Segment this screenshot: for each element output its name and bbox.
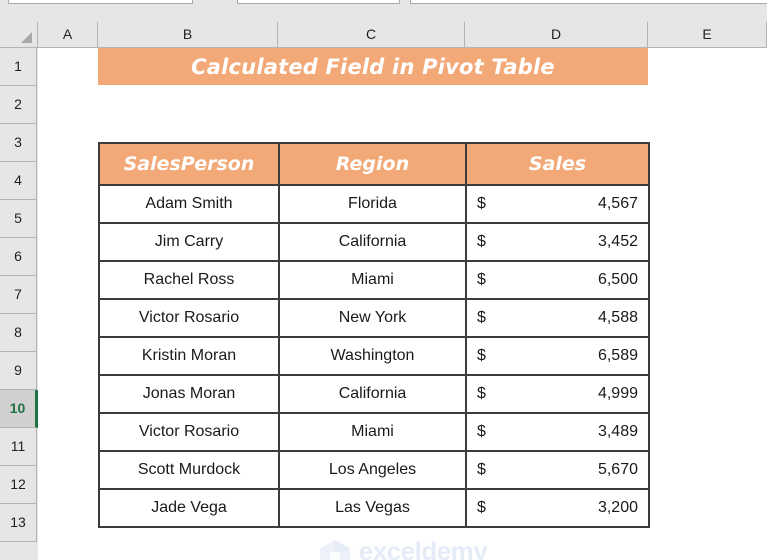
table-row: Victor Rosario Miami $3,489 xyxy=(98,412,650,452)
row-header-5[interactable]: 5 xyxy=(0,200,37,238)
column-header-b[interactable]: B xyxy=(98,22,278,47)
currency-symbol: $ xyxy=(477,195,486,212)
column-header-d[interactable]: D xyxy=(465,22,648,47)
table-row: Victor Rosario New York $4,588 xyxy=(98,298,650,338)
column-header-e[interactable]: E xyxy=(648,22,767,47)
row-header-10[interactable]: 10 xyxy=(0,390,38,428)
cell-region[interactable]: California xyxy=(278,374,467,414)
title-banner-cell[interactable]: Calculated Field in Pivot Table xyxy=(98,48,648,85)
currency-symbol: $ xyxy=(477,233,486,250)
cell-sales[interactable]: $3,489 xyxy=(465,412,650,452)
table-row: Jim Carry California $3,452 xyxy=(98,222,650,262)
column-header-c[interactable]: C xyxy=(278,22,465,47)
row-header-2[interactable]: 2 xyxy=(0,86,37,124)
row-header-1[interactable]: 1 xyxy=(0,48,37,86)
cell-region[interactable]: Miami xyxy=(278,260,467,300)
cell-sales[interactable]: $4,999 xyxy=(465,374,650,414)
cell-region[interactable]: California xyxy=(278,222,467,262)
row-header-3[interactable]: 3 xyxy=(0,124,37,162)
formula-bar[interactable] xyxy=(237,0,400,4)
sales-amount: 5,670 xyxy=(597,461,638,478)
table-body: Adam Smith Florida $4,567 Jim Carry Californ… xyxy=(98,184,650,528)
row-header-column: 1 2 3 4 5 6 7 8 9 10 11 12 13 xyxy=(0,48,38,560)
watermark-name: exceldemy xyxy=(358,535,488,560)
column-header-a[interactable]: A xyxy=(38,22,98,47)
column-header-region[interactable]: Region xyxy=(278,142,467,186)
row-header-7[interactable]: 7 xyxy=(0,276,37,314)
cell-region[interactable]: New York xyxy=(278,298,467,338)
currency-symbol: $ xyxy=(477,309,486,326)
cell-sales[interactable]: $6,589 xyxy=(465,336,650,376)
row-header-13[interactable]: 13 xyxy=(0,504,37,542)
toolbar-strip xyxy=(0,0,767,22)
cell-salesperson[interactable]: Jonas Moran xyxy=(98,374,280,414)
cell-sales[interactable]: $4,567 xyxy=(465,184,650,224)
sales-amount: 4,567 xyxy=(597,195,638,212)
page-title: Calculated Field in Pivot Table xyxy=(191,54,555,79)
cell-salesperson[interactable]: Victor Rosario xyxy=(98,412,280,452)
watermark: exceldemy EXCEL · DATA · BI xyxy=(38,530,767,560)
row-header-11[interactable]: 11 xyxy=(0,428,37,466)
table-header-row: SalesPerson Region Sales xyxy=(98,142,650,186)
sales-amount: 3,200 xyxy=(597,499,638,516)
sales-amount: 3,452 xyxy=(597,233,638,250)
sales-amount: 4,588 xyxy=(597,309,638,326)
row-header-8[interactable]: 8 xyxy=(0,314,37,352)
cell-sales[interactable]: $4,588 xyxy=(465,298,650,338)
column-header-sales[interactable]: Sales xyxy=(465,142,650,186)
cell-region[interactable]: Washington xyxy=(278,336,467,376)
cell-region[interactable]: Las Vegas xyxy=(278,488,467,528)
cell-salesperson[interactable]: Scott Murdock xyxy=(98,450,280,490)
cell-salesperson[interactable]: Jade Vega xyxy=(98,488,280,528)
column-header-salesperson[interactable]: SalesPerson xyxy=(98,142,280,186)
cell-salesperson[interactable]: Kristin Moran xyxy=(98,336,280,376)
row-header-4[interactable]: 4 xyxy=(0,162,37,200)
column-header-row: ABCDE xyxy=(0,22,767,48)
currency-symbol: $ xyxy=(477,499,486,516)
sales-data-table: SalesPerson Region Sales Adam Smith Flori… xyxy=(98,142,650,528)
cell-sales[interactable]: $3,452 xyxy=(465,222,650,262)
select-all-corner[interactable] xyxy=(0,22,38,47)
sales-amount: 3,489 xyxy=(597,423,638,440)
spreadsheet-grid: ABCDE 1 2 3 4 5 6 7 8 9 10 11 12 13 Calculated Field… xyxy=(0,22,767,560)
row-header-12[interactable]: 12 xyxy=(0,466,37,504)
cell-salesperson[interactable]: Adam Smith xyxy=(98,184,280,224)
cell-sales[interactable]: $3,200 xyxy=(465,488,650,528)
cell-region[interactable]: Los Angeles xyxy=(278,450,467,490)
row-header-9[interactable]: 9 xyxy=(0,352,37,390)
currency-symbol: $ xyxy=(477,385,486,402)
ribbon-field[interactable] xyxy=(410,0,767,4)
sales-amount: 6,589 xyxy=(597,347,638,364)
currency-symbol: $ xyxy=(477,423,486,440)
currency-symbol: $ xyxy=(477,347,486,364)
row-header-6[interactable]: 6 xyxy=(0,238,37,276)
table-row: Jade Vega Las Vegas $3,200 xyxy=(98,488,650,528)
table-row: Kristin Moran Washington $6,589 xyxy=(98,336,650,376)
cell-salesperson[interactable]: Rachel Ross xyxy=(98,260,280,300)
cell-salesperson[interactable]: Jim Carry xyxy=(98,222,280,262)
currency-symbol: $ xyxy=(477,271,486,288)
cell-region[interactable]: Miami xyxy=(278,412,467,452)
cell-region[interactable]: Florida xyxy=(278,184,467,224)
exceldemy-logo-icon xyxy=(318,539,352,560)
cell-sales[interactable]: $6,500 xyxy=(465,260,650,300)
name-box[interactable] xyxy=(8,0,193,4)
cell-canvas: Calculated Field in Pivot Table SalesPer… xyxy=(38,48,767,560)
sales-amount: 4,999 xyxy=(597,385,638,402)
cell-salesperson[interactable]: Victor Rosario xyxy=(98,298,280,338)
cell-sales[interactable]: $5,670 xyxy=(465,450,650,490)
select-all-triangle-icon xyxy=(21,32,32,43)
table-row: Scott Murdock Los Angeles $5,670 xyxy=(98,450,650,490)
sales-amount: 6,500 xyxy=(597,271,638,288)
table-row: Jonas Moran California $4,999 xyxy=(98,374,650,414)
table-row: Rachel Ross Miami $6,500 xyxy=(98,260,650,300)
table-row: Adam Smith Florida $4,567 xyxy=(98,184,650,224)
currency-symbol: $ xyxy=(477,461,486,478)
